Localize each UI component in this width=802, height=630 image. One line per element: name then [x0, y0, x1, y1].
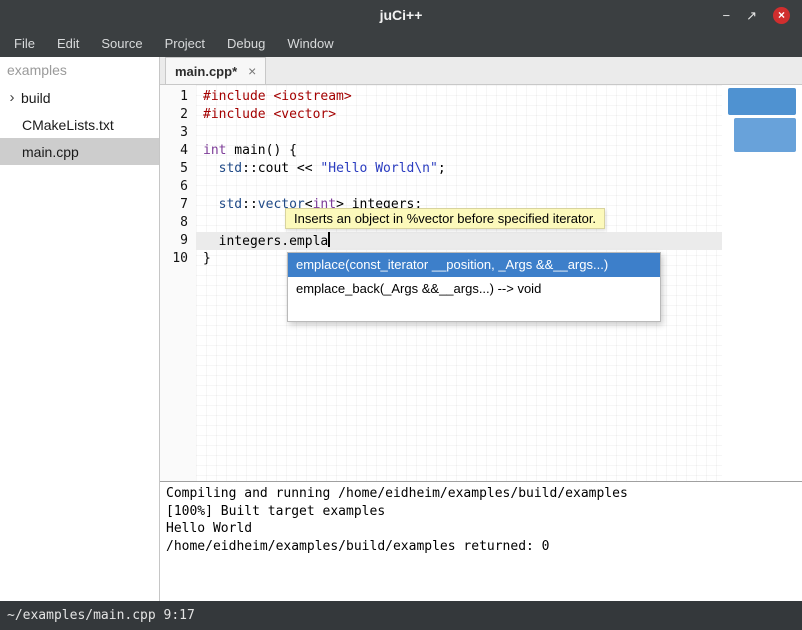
line-number: 9	[160, 232, 188, 250]
code-line[interactable]: int main() {	[196, 142, 722, 160]
output-line: /home/eidheim/examples/build/examples re…	[166, 538, 796, 556]
code-segment: #include <iostream>	[203, 89, 352, 104]
line-number: 4	[160, 142, 188, 160]
app-window: juCi++ − ↗ × File Edit Source Project De…	[0, 0, 802, 630]
code-segment: }	[203, 251, 211, 266]
code-editor[interactable]: 12345678910 #include <iostream> #include …	[160, 85, 802, 481]
minimap[interactable]	[722, 85, 802, 481]
close-icon[interactable]: ×	[773, 7, 790, 24]
code-line[interactable]	[196, 124, 722, 142]
line-number: 6	[160, 178, 188, 196]
menu-item-project[interactable]: Project	[154, 30, 216, 57]
output-line: Compiling and running /home/eidheim/exam…	[166, 485, 796, 503]
line-numbers: 12345678910	[160, 85, 196, 481]
tree-item-label: build	[21, 90, 51, 106]
text-caret	[328, 232, 330, 247]
code-segment	[203, 197, 219, 212]
tree-item-label: main.cpp	[22, 144, 79, 160]
code-segment: integers.empla	[203, 234, 328, 249]
project-folder-label: examples	[0, 57, 159, 84]
tab-bar: main.cpp* ×	[160, 57, 802, 85]
line-number: 2	[160, 106, 188, 124]
maximize-icon[interactable]: ↗	[746, 7, 757, 24]
completion-item[interactable]: emplace(const_iterator __position, _Args…	[288, 253, 660, 277]
code-segment: std	[219, 161, 242, 176]
menu-item-file[interactable]: File	[3, 30, 46, 57]
output-line: [100%] Built target examples	[166, 503, 796, 521]
code-line[interactable]: #include <vector>	[196, 106, 722, 124]
code-segment: ::	[242, 197, 258, 212]
code-segment: #include <vector>	[203, 107, 336, 122]
output-line: Hello World	[166, 520, 796, 538]
title-bar: juCi++ − ↗ ×	[0, 0, 802, 30]
code-segment: std	[219, 197, 242, 212]
menu-item-edit[interactable]: Edit	[46, 30, 90, 57]
completion-item[interactable]: emplace_back(_Args &&__args...) --> void	[288, 277, 660, 301]
code-segment: int	[203, 143, 226, 158]
code-line[interactable]: std::cout << "Hello World\n";	[196, 160, 722, 178]
main-area: examples › build CMakeLists.txt main.cpp…	[0, 57, 802, 601]
code-segment	[203, 161, 219, 176]
minimap-thumb-icon[interactable]	[728, 88, 796, 115]
window-title: juCi++	[0, 7, 802, 23]
tab-label: main.cpp*	[175, 64, 237, 79]
line-number: 1	[160, 88, 188, 106]
line-number: 8	[160, 214, 188, 232]
line-number: 7	[160, 196, 188, 214]
code-line[interactable]	[196, 178, 722, 196]
output-panel[interactable]: Compiling and running /home/eidheim/exam…	[160, 481, 802, 601]
menu-item-debug[interactable]: Debug	[216, 30, 276, 57]
tab-main-cpp[interactable]: main.cpp* ×	[165, 57, 266, 84]
code-segment: ;	[438, 161, 446, 176]
tree-item-main-cpp[interactable]: main.cpp	[0, 138, 159, 165]
editor-column: main.cpp* × 12345678910 #include <iostre…	[160, 57, 802, 601]
status-text: ~/examples/main.cpp 9:17	[7, 608, 195, 623]
menu-item-source[interactable]: Source	[90, 30, 153, 57]
code-segment: ::cout <<	[242, 161, 320, 176]
status-bar: ~/examples/main.cpp 9:17	[0, 601, 802, 630]
code-line[interactable]: integers.empla	[196, 232, 722, 250]
line-number: 3	[160, 124, 188, 142]
window-controls: − ↗ ×	[723, 7, 802, 24]
file-tree: examples › build CMakeLists.txt main.cpp	[0, 57, 160, 601]
minimap-thumb-icon[interactable]	[734, 118, 796, 152]
menu-bar: File Edit Source Project Debug Window	[0, 30, 802, 57]
line-number: 5	[160, 160, 188, 178]
tree-item-label: CMakeLists.txt	[22, 117, 114, 133]
line-number: 10	[160, 250, 188, 268]
tree-item-build[interactable]: › build	[0, 84, 159, 111]
doc-tooltip: Inserts an object in %vector before spec…	[285, 208, 605, 229]
minimize-icon[interactable]: −	[723, 7, 731, 24]
tab-close-icon[interactable]: ×	[248, 64, 256, 78]
completion-popup: emplace(const_iterator __position, _Args…	[287, 252, 661, 322]
menu-item-window[interactable]: Window	[276, 30, 344, 57]
code-segment: main() {	[226, 143, 296, 158]
code-line[interactable]: #include <iostream>	[196, 88, 722, 106]
code-segment: "Hello World\n"	[320, 161, 437, 176]
expander-icon[interactable]: ›	[3, 89, 21, 106]
tree-item-cmakelists[interactable]: CMakeLists.txt	[0, 111, 159, 138]
